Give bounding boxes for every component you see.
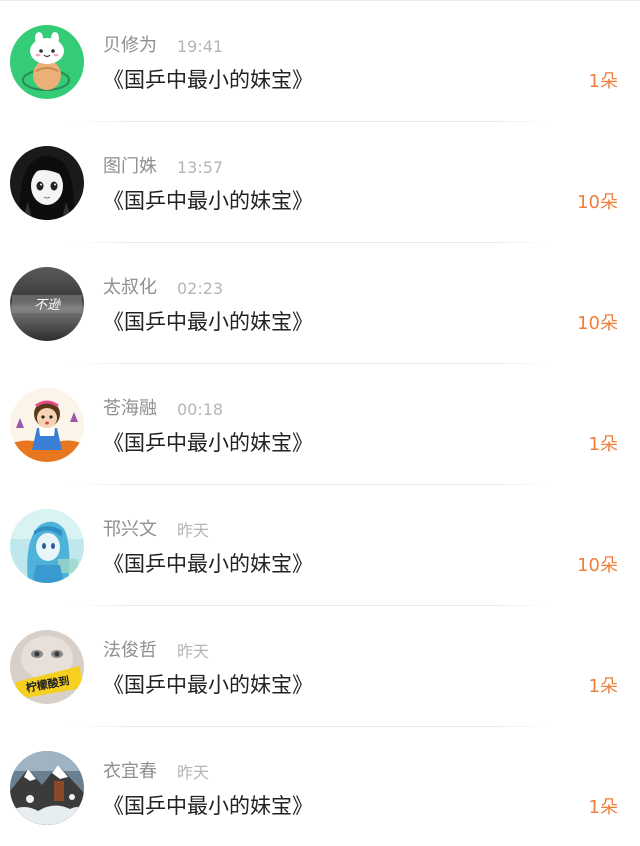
list-item[interactable]: 图门姝 13:57 《国乒中最小的妹宝》 10朵: [0, 122, 640, 243]
article-title[interactable]: 《国乒中最小的妹宝》: [103, 670, 313, 700]
user-name[interactable]: 法俊哲: [103, 639, 157, 663]
timestamp: 00:18: [177, 400, 224, 419]
flower-count: 1朵: [588, 676, 618, 697]
flower-count: 1朵: [588, 797, 618, 818]
cartoon-girl-avatar[interactable]: [10, 388, 84, 462]
user-name[interactable]: 贝修为: [103, 34, 157, 58]
flower-count: 10朵: [577, 192, 618, 213]
green-bunny-avatar[interactable]: [10, 25, 84, 99]
user-name[interactable]: 太叔化: [103, 276, 157, 300]
face-text-avatar[interactable]: 柠檬酸到: [10, 630, 84, 704]
list-item[interactable]: 苍海融 00:18 《国乒中最小的妹宝》 1朵: [0, 364, 640, 485]
list-item[interactable]: 柠檬酸到 法俊哲 昨天 《国乒中最小的妹宝》 1朵: [0, 606, 640, 727]
article-title[interactable]: 《国乒中最小的妹宝》: [103, 65, 313, 95]
flower-count: 10朵: [577, 313, 618, 334]
gift-record-list: 贝修为 19:41 《国乒中最小的妹宝》 1朵 图门姝 13:57 《国乒中最小…: [0, 0, 640, 846]
list-item[interactable]: 贝修为 19:41 《国乒中最小的妹宝》 1朵: [0, 1, 640, 122]
user-name[interactable]: 苍海融: [103, 397, 157, 421]
timestamp: 19:41: [177, 37, 224, 56]
flower-count: 10朵: [577, 555, 618, 576]
timestamp: 02:23: [177, 279, 224, 298]
user-name[interactable]: 衣宜春: [103, 760, 157, 784]
article-title[interactable]: 《国乒中最小的妹宝》: [103, 791, 313, 821]
article-title[interactable]: 《国乒中最小的妹宝》: [103, 549, 313, 579]
article-title[interactable]: 《国乒中最小的妹宝》: [103, 428, 313, 458]
blue-anime-avatar[interactable]: [10, 509, 84, 583]
calligraphy-avatar[interactable]: 不逊: [10, 267, 84, 341]
flower-count: 1朵: [588, 434, 618, 455]
list-item[interactable]: 不逊 太叔化 02:23 《国乒中最小的妹宝》 10朵: [0, 243, 640, 364]
user-name[interactable]: 邗兴文: [103, 518, 157, 542]
flower-count: 1朵: [588, 71, 618, 92]
article-title[interactable]: 《国乒中最小的妹宝》: [103, 186, 313, 216]
timestamp: 昨天: [177, 642, 210, 661]
timestamp: 13:57: [177, 158, 224, 177]
article-title[interactable]: 《国乒中最小的妹宝》: [103, 307, 313, 337]
timestamp: 昨天: [177, 521, 210, 540]
anime-girl-avatar[interactable]: [10, 146, 84, 220]
snow-mountain-avatar[interactable]: [10, 751, 84, 825]
svg-text:不逊: 不逊: [34, 298, 61, 313]
user-name[interactable]: 图门姝: [103, 155, 157, 179]
timestamp: 昨天: [177, 763, 210, 782]
list-item[interactable]: 邗兴文 昨天 《国乒中最小的妹宝》 10朵: [0, 485, 640, 606]
list-item[interactable]: 衣宜春 昨天 《国乒中最小的妹宝》 1朵: [0, 727, 640, 846]
